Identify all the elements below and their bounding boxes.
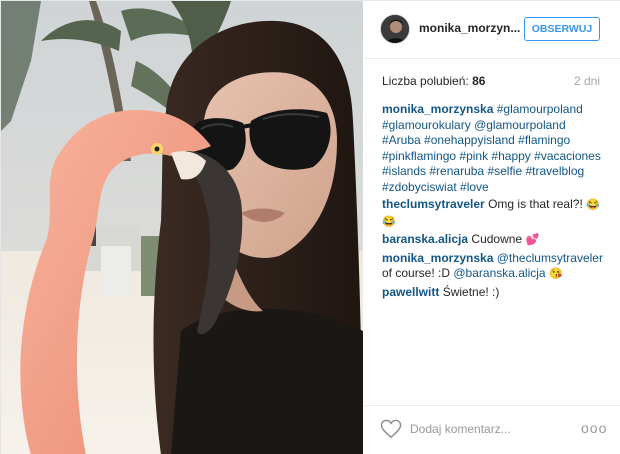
likes-number: 86 — [472, 74, 486, 88]
comments-list: monika_morzynska #glamourpoland #glamour… — [382, 102, 604, 302]
instagram-post: monika_morzyn... OBSERWUJ Liczba polubie… — [0, 0, 620, 454]
comment-hashtag-link[interactable]: #onehappyisland — [424, 133, 515, 147]
comment-hashtag-link[interactable]: #renaruba — [429, 164, 484, 178]
comment-item: monika_morzynska @theclumsytraveler of c… — [382, 251, 604, 283]
comment-username[interactable]: baranska.alicja — [382, 232, 468, 246]
comment-username[interactable]: theclumsytraveler — [382, 197, 485, 211]
post-author-username[interactable]: monika_morzyn... — [419, 21, 524, 35]
comment-text: of course! :D — [382, 266, 451, 280]
add-comment-input[interactable]: Dodaj komentarz... — [410, 422, 511, 436]
comment-hashtag-link[interactable]: @theclumsytraveler — [497, 251, 603, 265]
post-header: monika_morzyn... OBSERWUJ — [363, 1, 620, 59]
comment-item: baranska.alicja Cudowne 💕 — [382, 232, 604, 249]
comment-username[interactable]: pawellwitt — [382, 285, 439, 299]
comment-text: Cudowne — [471, 232, 523, 246]
comment-hashtag-link[interactable]: #zdobyciswiat — [382, 180, 457, 194]
more-options-icon[interactable]: ooo — [581, 420, 607, 436]
post-details-panel: monika_morzyn... OBSERWUJ Liczba polubie… — [363, 1, 620, 454]
post-footer: Dodaj komentarz... ooo — [363, 405, 620, 454]
comment-hashtag-link[interactable]: #selfie — [487, 164, 522, 178]
avatar[interactable] — [380, 14, 410, 44]
comment-hashtag-link[interactable]: #pinkflamingo — [382, 149, 456, 163]
comment-hashtag-link[interactable]: #happy — [491, 149, 530, 163]
comment-item: monika_morzynska #glamourpoland #glamour… — [382, 102, 604, 195]
comment-hashtag-link[interactable]: #vacaciones — [534, 149, 601, 163]
comment-emoji: 💕 — [525, 234, 540, 246]
comment-hashtag-link[interactable]: #flamingo — [518, 133, 570, 147]
comment-hashtag-link[interactable]: #islands — [382, 164, 426, 178]
selfie-with-flamingo-image — [1, 1, 363, 454]
comment-hashtag-link[interactable]: #pink — [459, 149, 488, 163]
comment-text: Omg is that real?! — [488, 197, 583, 211]
comment-text: Świetne! :) — [442, 284, 500, 299]
heart-outline-icon[interactable] — [380, 419, 402, 439]
follow-button[interactable]: OBSERWUJ — [524, 17, 600, 41]
likes-row: Liczba polubień: 86 2 dni — [382, 74, 601, 90]
comment-username[interactable]: monika_morzynska — [382, 251, 493, 265]
likes-label: Liczba polubień: — [382, 74, 469, 88]
post-photo[interactable] — [1, 1, 363, 454]
likes-count[interactable]: Liczba polubień: 86 — [382, 74, 485, 88]
comment-hashtag-link[interactable]: @glamourpoland — [474, 118, 566, 132]
comment-hashtag-link[interactable]: #love — [460, 180, 489, 194]
comment-emoji: 😘 — [548, 268, 563, 280]
comment-username[interactable]: monika_morzynska — [382, 102, 493, 116]
comment-item: theclumsytraveler Omg is that real?! 😂😂 — [382, 197, 604, 230]
profile-picture-icon — [381, 15, 409, 43]
comment-hashtag-link[interactable]: #Aruba — [382, 133, 421, 147]
post-age[interactable]: 2 dni — [574, 74, 600, 88]
comment-hashtag-link[interactable]: #glamourokulary — [382, 118, 471, 132]
comment-hashtag-link[interactable]: #glamourpoland — [497, 102, 583, 116]
comment-item: pawellwitt Świetne! :) — [382, 285, 604, 301]
comment-hashtag-link[interactable]: @baranska.alicja — [453, 266, 545, 280]
comment-hashtag-link[interactable]: #travelblog — [525, 164, 584, 178]
